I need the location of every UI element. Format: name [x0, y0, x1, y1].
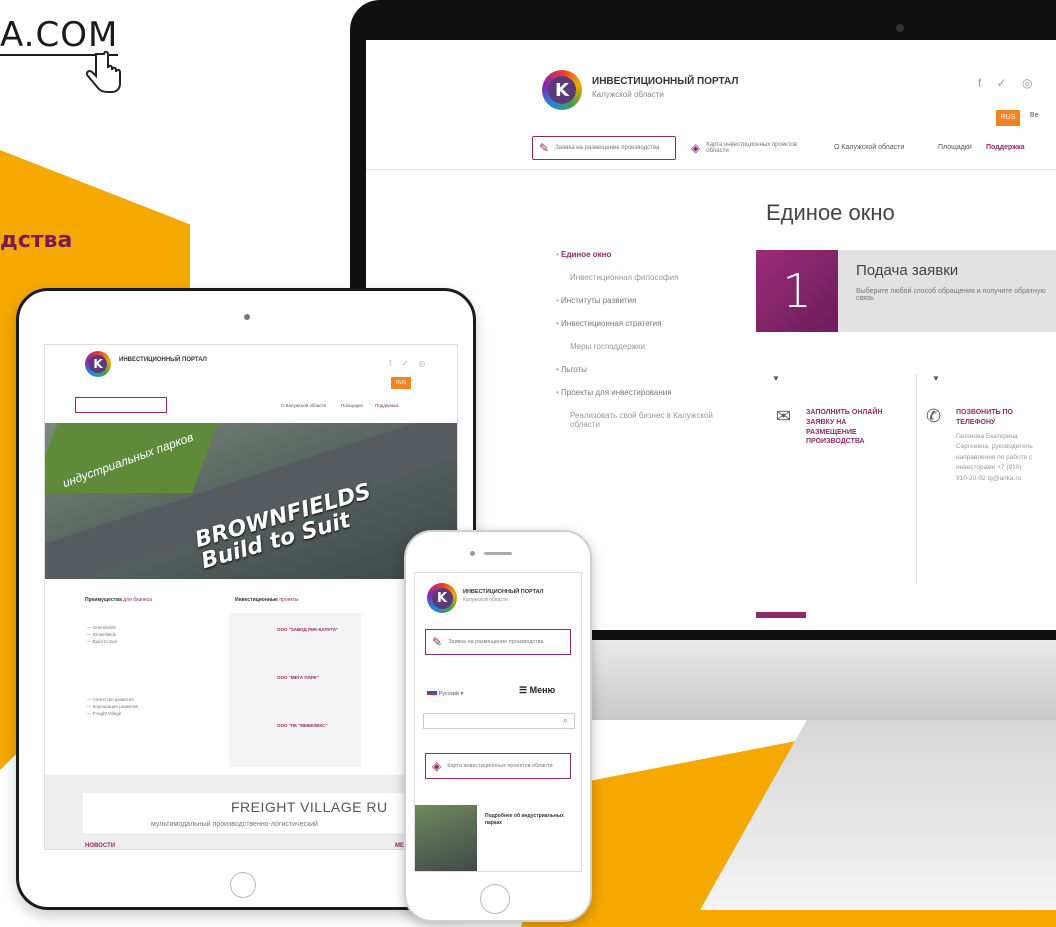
social-icons[interactable]: f ✓ ◎	[389, 359, 429, 368]
section-projects-accent: проекты	[279, 597, 299, 603]
accent-strip	[756, 612, 806, 618]
envelope-icon: ✉	[776, 406, 792, 426]
sidebar-item-institutes[interactable]: Институты развития	[556, 296, 736, 305]
sidebar-item-philosophy[interactable]: Инвестиционная философия	[556, 273, 736, 282]
logo-k-icon: K	[88, 354, 108, 374]
monitor-stand	[700, 720, 1056, 910]
step-title: Подача заявки	[856, 262, 959, 279]
portal-logo[interactable]: K	[427, 583, 457, 613]
portal-title: ИНВЕСТИЦИОННЫЙ ПОРТАЛ	[592, 76, 739, 87]
portal-title: ИНВЕСТИЦИОННЫЙ ПОРТАЛ	[119, 357, 207, 363]
site-header: K ИНВЕСТИЦИОННЫЙ ПОРТАЛ Калужской област…	[366, 40, 1056, 170]
request-placement-button[interactable]: ✎ Заявка на размещение производства	[425, 629, 571, 655]
logo-k-icon: K	[548, 76, 576, 104]
camera-icon	[470, 551, 475, 556]
projects-map-button[interactable]: ◈ Карта инвестиционных проектов области	[684, 136, 820, 160]
nav-support[interactable]: Поддержка	[375, 403, 398, 408]
project-item[interactable]: ООО "ЗАВОД РИК-КАЛУГА"	[277, 627, 338, 632]
freight-title: FREIGHT VILLAGE RU	[231, 799, 388, 815]
portal-logo[interactable]: K	[542, 70, 582, 110]
language-badge[interactable]: RUS	[391, 377, 411, 389]
sidebar-item-business[interactable]: Реализовать свой бизнес в Калужской обла…	[556, 411, 736, 429]
industrial-park-link[interactable]: Подробнее об индустриальных парках	[485, 813, 581, 826]
hero-banner[interactable]: индустриальных парков BROWNFIELDS Build …	[45, 423, 457, 579]
section-advantages-label: Преимущества	[85, 597, 122, 603]
phone-screen: K ИНВЕСТИЦИОННЫЙ ПОРТАЛ Калужской област…	[414, 572, 582, 872]
speaker-grille	[484, 552, 512, 555]
logo-k-icon: K	[431, 587, 453, 609]
search-input[interactable]	[423, 713, 575, 729]
request-placement-label: Заявка на размещение производства	[448, 639, 544, 645]
step-description: Выберите любой способ обращения и получи…	[856, 288, 1046, 302]
advantages-list-1: — Greenfields — Brownfields — Build to Sui…	[87, 625, 117, 644]
request-placement-button[interactable]	[75, 397, 167, 413]
sidebar-item-benefits[interactable]: Льготы	[556, 365, 736, 374]
card-divider	[916, 374, 917, 584]
news-link[interactable]: НОВОСТИ	[85, 843, 115, 849]
language-selector[interactable]: Русский ▾	[427, 689, 463, 697]
nav-sites[interactable]: Площадки	[341, 403, 363, 408]
flag-icon	[427, 689, 437, 695]
advantages-list-2: — Агентство развития — Корпорация развити…	[87, 697, 139, 716]
social-icons[interactable]: f ✓ ◎	[978, 76, 1039, 90]
request-placement-label: Заявка на размещение производства	[555, 145, 660, 151]
hamburger-icon: ☰	[519, 685, 528, 695]
section-projects-label: Инвестиционные	[235, 597, 278, 603]
chevron-down-icon[interactable]: ▼	[772, 374, 780, 383]
home-button[interactable]	[480, 884, 510, 914]
portal-title: ИНВЕСТИЦИОННЫЙ ПОРТАЛ	[463, 589, 544, 595]
menu-button[interactable]: ☰ Меню	[519, 685, 555, 696]
freight-subtitle: мультимодальный производственно-логистич…	[151, 821, 318, 828]
sidebar: Единое окно Инвестиционная философия Инс…	[556, 250, 736, 443]
nav-sites[interactable]: Площадки	[938, 144, 972, 151]
search-icon[interactable]: ⌕	[563, 715, 568, 726]
language-badge[interactable]: RUS	[996, 110, 1020, 126]
nav-support[interactable]: Поддержка	[986, 144, 1025, 151]
language-label: Русский	[438, 691, 459, 697]
contact-details: Гапонова Екатерина Сергеевна, руководите…	[956, 433, 1033, 482]
online-request-link[interactable]: ЗАПОЛНИТЬ ОНЛАЙН ЗАЯВКУ НА РАЗМЕЩЕНИЕ ПР…	[806, 408, 898, 447]
sidebar-item-strategy[interactable]: Инвестиционная стратегия	[556, 319, 736, 328]
hand-cursor-icon	[85, 50, 121, 93]
portal-subtitle: Калужской области	[592, 90, 664, 99]
request-placement-button[interactable]: ✎ Заявка на размещение производства	[532, 136, 676, 160]
sidebar-item-projects[interactable]: Проекты для инвестирования	[556, 388, 736, 397]
chevron-down-icon: ▾	[460, 691, 464, 697]
page-title: Единое окно	[766, 200, 895, 225]
projects-map-button[interactable]: ◈ Карта инвестиционных проектов области	[425, 753, 571, 779]
corner-tag-text: дства	[0, 228, 73, 253]
section-advantages: Преимущества для бизнеса	[85, 597, 152, 603]
phone-icon: ✆	[926, 406, 942, 426]
projects-card: ООО "ЗАВОД РИК-КАЛУГА" ООО "МЕГА ПАРК" О…	[229, 613, 361, 767]
sidebar-item-support-measures[interactable]: Меры господдержки	[556, 342, 736, 351]
sidebar-item-single-window[interactable]: Единое окно	[556, 250, 736, 259]
nav-about-region[interactable]: О Калужской области	[834, 144, 904, 151]
home-button[interactable]	[230, 872, 256, 898]
document-icon: ✎	[539, 141, 550, 155]
document-icon: ✎	[432, 635, 443, 649]
portal-logo[interactable]: K	[85, 351, 111, 377]
section-projects: Инвестиционные проекты	[235, 597, 299, 603]
industrial-park-image[interactable]	[415, 805, 477, 871]
projects-map-label: Карта инвестиционных проектов области	[447, 763, 553, 769]
map-icon: ◈	[432, 759, 442, 773]
portal-subtitle: Калужской области	[463, 597, 508, 603]
project-item[interactable]: ООО "МЕГА ПАРК"	[277, 675, 319, 680]
camera-icon	[896, 24, 904, 32]
tablet-screen: K ИНВЕСТИЦИОННЫЙ ПОРТАЛ f ✓ ◎ RUS О Калу…	[44, 344, 458, 850]
projects-map-label: Карта инвестиционных проектов области	[706, 142, 798, 154]
menu-label: Меню	[529, 685, 556, 695]
project-item[interactable]: ООО "ПК "МЕБЕЛЕКС"	[277, 723, 327, 728]
chevron-down-icon[interactable]: ▼	[932, 374, 940, 383]
step-number: 1	[756, 250, 838, 332]
call-link[interactable]: ПОЗВОНИТЬ ПО ТЕЛЕФОНУ	[956, 408, 1048, 428]
nav-about-region[interactable]: О Калужской области	[281, 403, 326, 408]
language-selector-text[interactable]: Ве	[1030, 112, 1039, 119]
map-icon: ◈	[691, 141, 701, 155]
camera-icon	[244, 314, 250, 320]
section-advantages-accent: для бизнеса	[123, 597, 152, 603]
